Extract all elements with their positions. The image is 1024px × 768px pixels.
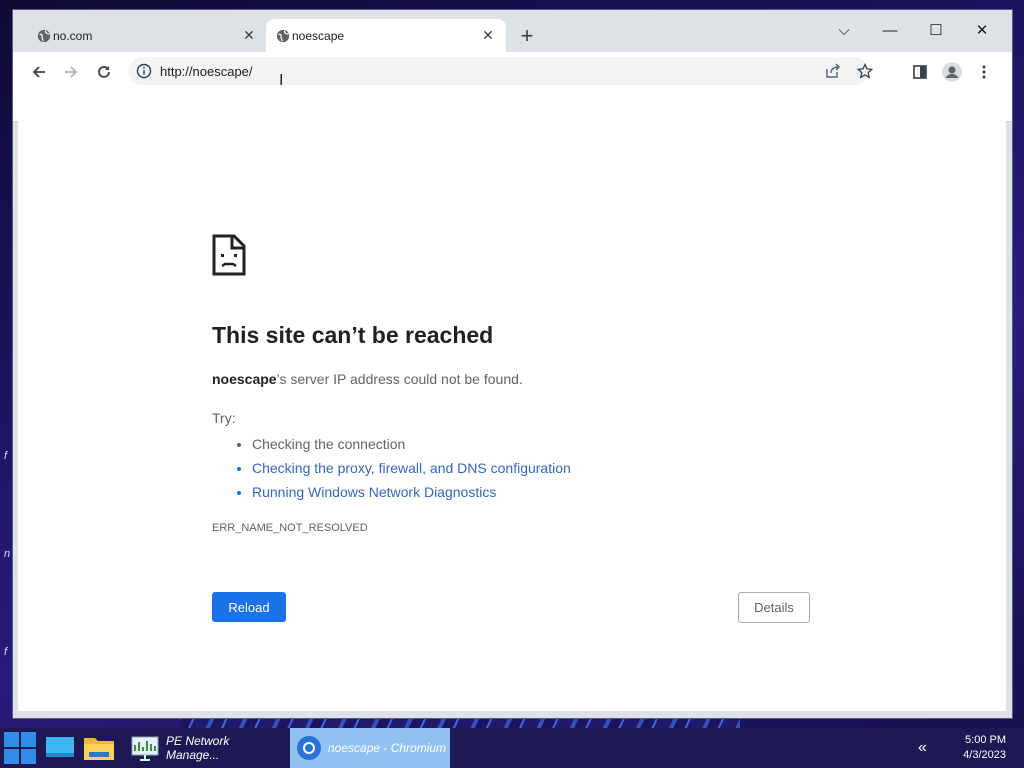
network-manager-icon — [131, 736, 159, 761]
refresh-icon — [98, 66, 110, 78]
info-icon[interactable] — [136, 63, 152, 79]
desktop-edge-mark: f — [4, 646, 8, 658]
star-icon[interactable] — [857, 63, 873, 79]
taskbar-network-manager[interactable]: PE Network Manage... — [128, 728, 286, 768]
address-bar[interactable]: http://noescape/ — [128, 57, 873, 85]
taskbar-clock[interactable]: 5:00 PM 4/3/2023 — [963, 733, 1006, 763]
tab-strip: no.com ✕ noescape ✕ + ⌵ — ☐ ✕ — [13, 10, 1012, 52]
taskbar-app-label: noescape - Chromium — [328, 741, 447, 755]
tab-noescape[interactable]: noescape ✕ — [266, 19, 506, 52]
taskbar-file-explorer-button[interactable] — [82, 728, 116, 768]
suggestion-link-diagnostics[interactable]: Running Windows Network Diagnostics — [252, 480, 571, 504]
browser-window: no.com ✕ noescape ✕ + ⌵ — ☐ ✕ http://noe… — [13, 10, 1012, 718]
taskbar-desktop-button[interactable] — [44, 728, 76, 768]
globe-icon — [37, 29, 51, 43]
reload-button[interactable]: Reload — [212, 592, 286, 622]
arrow-left-icon — [32, 66, 45, 78]
back-button[interactable] — [27, 60, 51, 84]
profile-button[interactable] — [940, 60, 964, 84]
url-text[interactable]: http://noescape/ — [160, 64, 253, 79]
close-icon[interactable]: ✕ — [241, 27, 257, 44]
details-button[interactable]: Details — [738, 592, 810, 623]
suggestion-item: Checking the connection — [252, 432, 571, 456]
taskbar: PE Network Manage... noescape - Chromium… — [0, 728, 1024, 768]
tab-search-button[interactable]: ⌵ — [821, 16, 867, 44]
folder-icon — [84, 738, 114, 760]
sad-page-icon — [212, 234, 246, 276]
start-button[interactable] — [0, 728, 40, 768]
new-tab-button[interactable]: + — [513, 23, 541, 48]
taskbar-app-label: PE Network Manage... — [165, 734, 230, 762]
tab-no-com[interactable]: no.com ✕ — [27, 19, 267, 52]
reload-toolbar-button[interactable] — [92, 60, 116, 84]
tray-expand-icon[interactable]: « — [918, 739, 927, 757]
menu-button[interactable] — [972, 60, 996, 84]
try-label: Try: — [212, 410, 236, 426]
error-title: This site can’t be reached — [212, 322, 494, 348]
error-host: noescape — [212, 371, 277, 387]
text-cursor-icon: I — [279, 72, 284, 89]
windows-logo-icon — [4, 732, 36, 764]
suggestion-link-proxy[interactable]: Checking the proxy, firewall, and DNS co… — [252, 456, 571, 480]
minimize-button[interactable]: — — [867, 16, 913, 44]
error-description-text: ’s server IP address could not be found. — [276, 371, 523, 387]
share-icon[interactable] — [825, 63, 841, 79]
error-code: ERR_NAME_NOT_RESOLVED — [212, 522, 368, 534]
tab-title: noescape — [292, 28, 345, 43]
browser-toolbar: http://noescape/ — [13, 52, 1012, 90]
taskbar-chromium[interactable]: noescape - Chromium — [290, 728, 450, 768]
forward-button[interactable] — [59, 60, 83, 84]
kebab-menu-icon — [982, 65, 986, 79]
toolbar-spacer — [13, 90, 1012, 122]
side-panel-icon — [913, 65, 927, 79]
avatar-icon — [942, 62, 962, 82]
arrow-right-icon — [65, 66, 78, 78]
maximize-button[interactable]: ☐ — [913, 16, 959, 44]
side-panel-button[interactable] — [908, 60, 932, 84]
clock-time: 5:00 PM — [965, 734, 1006, 746]
close-icon[interactable]: ✕ — [480, 27, 496, 44]
chromium-icon — [297, 736, 321, 760]
desktop-edge-mark: n — [4, 548, 11, 560]
error-page: This site can’t be reached noescape’s se… — [18, 121, 1006, 711]
close-window-button[interactable]: ✕ — [959, 16, 1005, 44]
desktop-edge-mark: f — [4, 450, 8, 462]
globe-icon — [276, 29, 290, 43]
tab-title: no.com — [53, 28, 93, 43]
error-description: noescape’s server IP address could not b… — [212, 371, 523, 387]
monitor-icon — [46, 737, 74, 757]
suggestion-list: Checking the connection Checking the pro… — [212, 432, 571, 504]
clock-date: 4/3/2023 — [963, 749, 1006, 761]
